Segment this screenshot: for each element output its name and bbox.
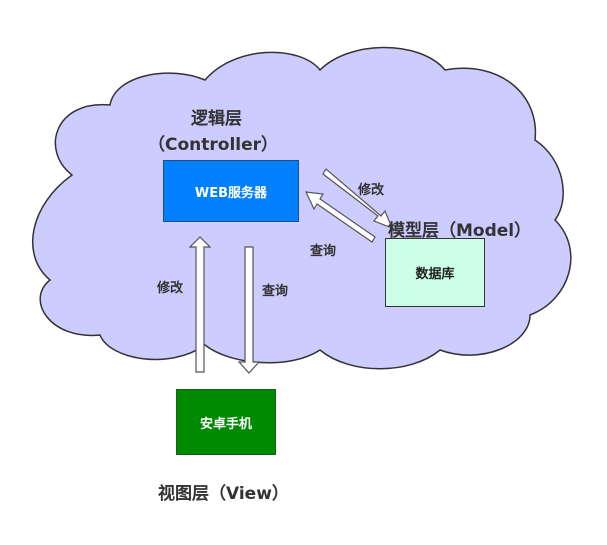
system-cloud [32,46,572,370]
edge-label-db-to-server: 查询 [310,244,337,259]
web-server-node: WEB服务器 [163,160,299,222]
database-label: 数据库 [415,267,455,282]
edge-label-server-to-db: 修改 [358,183,385,198]
edge-label-phone-to-server: 修改 [157,281,184,296]
diagram-canvas: WEB服务器 数据库 安卓手机 逻辑层 （Controller） 模型层（Mod… [0,0,607,545]
edge-label-server-to-phone: 查询 [262,284,289,299]
android-phone-label: 安卓手机 [199,416,252,432]
model-layer-title: 模型层（Model） [388,221,532,241]
view-layer-title: 视图层（View） [158,484,289,504]
diagram-svg [32,46,572,374]
logic-layer-subtitle: （Controller） [148,135,279,155]
web-server-label: WEB服务器 [194,185,268,201]
android-phone-node: 安卓手机 [176,389,276,455]
logic-layer-title: 逻辑层 [191,109,242,129]
database-node: 数据库 [385,238,485,307]
